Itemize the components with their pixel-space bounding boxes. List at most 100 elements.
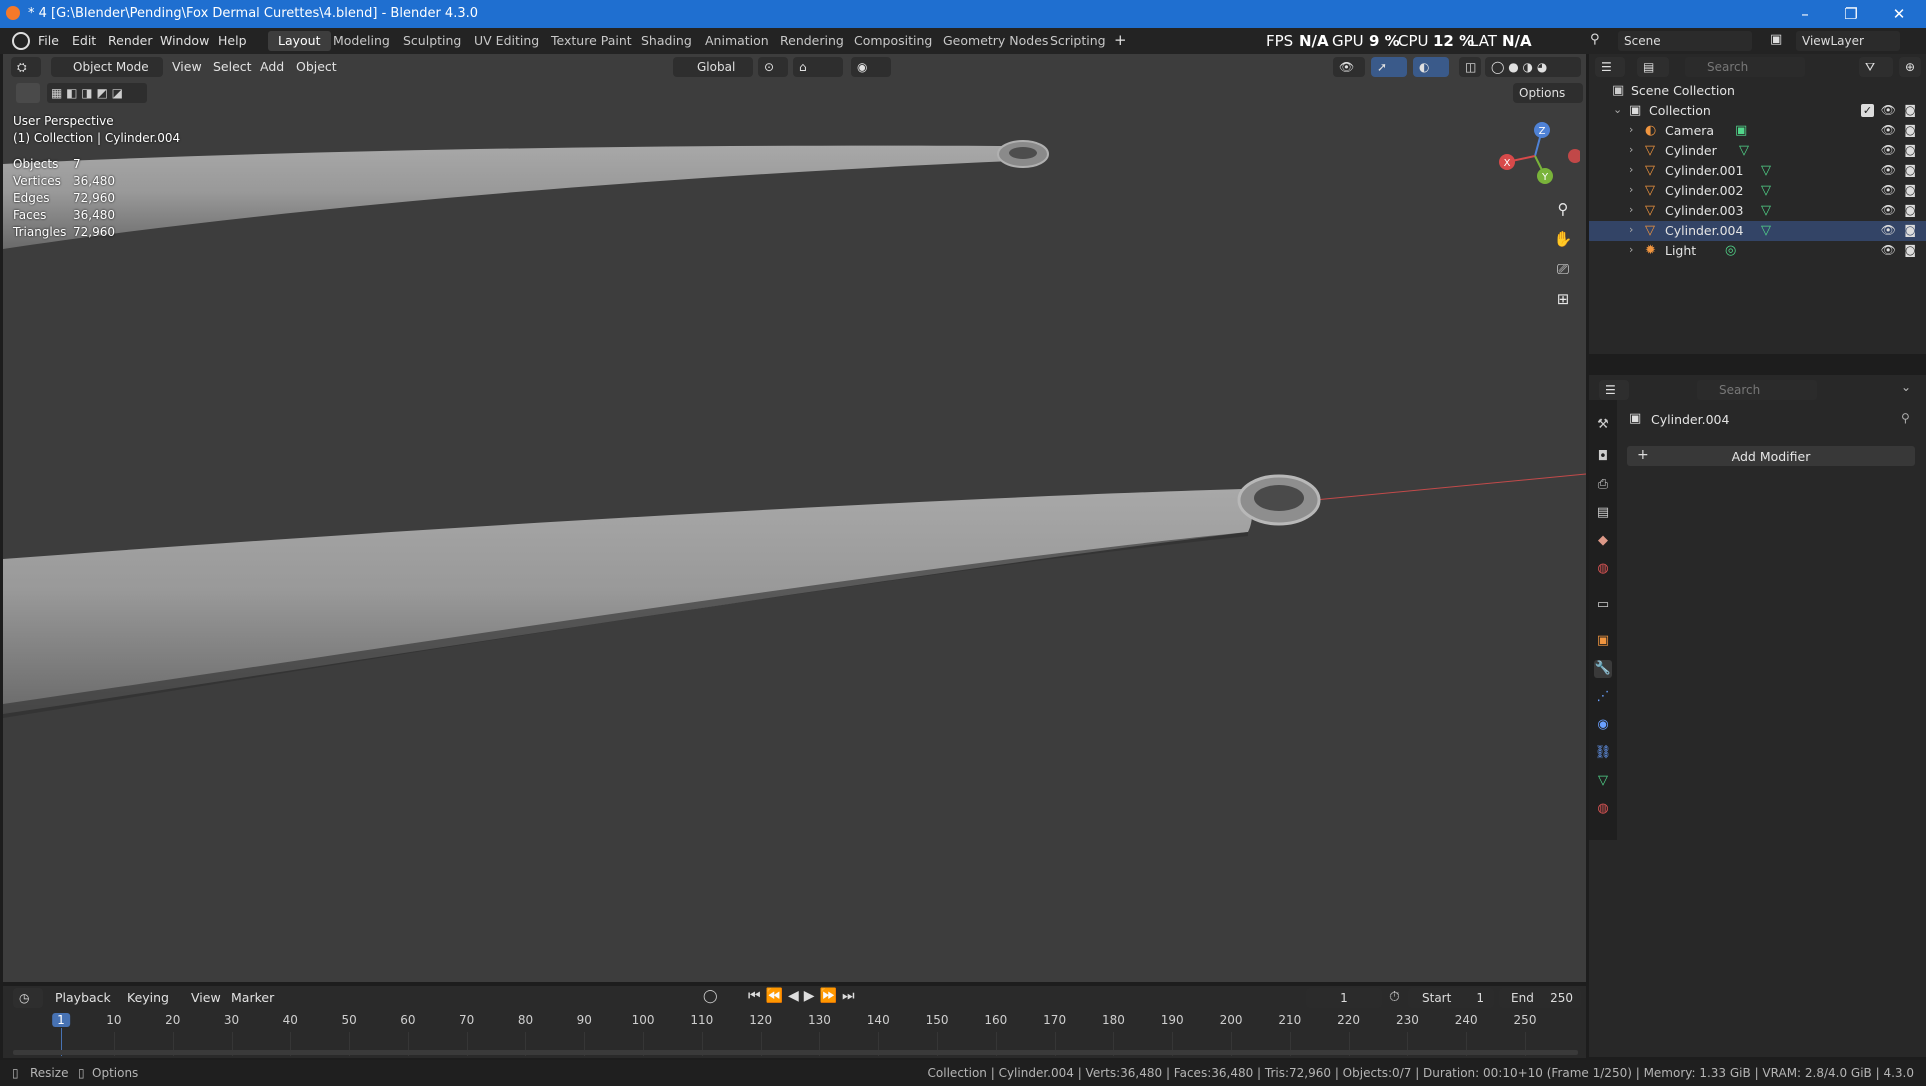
scene-properties-icon[interactable]: ◆ xyxy=(1594,532,1612,550)
timeline-menu-marker[interactable]: Marker xyxy=(231,990,274,1005)
outliner-filter-icon[interactable]: ⛛ xyxy=(1859,57,1893,77)
close-button[interactable]: ✕ xyxy=(1876,0,1922,28)
tab-texture-paint[interactable]: Texture Paint xyxy=(541,31,642,51)
visibility-eye-icon[interactable]: 👁 xyxy=(1881,143,1896,157)
outliner-editor-icon[interactable]: ☰ xyxy=(1595,57,1625,77)
current-frame-indicator[interactable]: 1 xyxy=(52,1013,70,1027)
render-camera-icon[interactable]: ◙ xyxy=(1904,163,1916,177)
scene-selector[interactable]: Scene xyxy=(1618,31,1752,51)
outliner-item-cylinder-001[interactable]: › ▽ Cylinder.001 ▽ 👁 ◙ xyxy=(1589,161,1926,181)
data-properties-icon[interactable]: ▽ xyxy=(1594,772,1612,790)
chevron-right-icon[interactable]: › xyxy=(1629,243,1633,256)
preview-range-icon[interactable]: ⏱ xyxy=(1389,989,1400,1005)
pin-icon[interactable]: ⚲ xyxy=(1901,411,1910,425)
menu-render[interactable]: Render xyxy=(108,33,153,48)
add-workspace-button[interactable]: + xyxy=(1114,31,1127,49)
render-camera-icon[interactable]: ◙ xyxy=(1904,103,1916,117)
end-frame-field[interactable]: End 250 xyxy=(1499,988,1581,1008)
timeline-menu-playback[interactable]: Playback xyxy=(55,990,111,1005)
tab-uv-editing[interactable]: UV Editing xyxy=(464,31,549,51)
viewport-menu-object[interactable]: Object xyxy=(296,59,337,74)
select-tool-icon[interactable] xyxy=(16,83,40,103)
selection-mode-icons[interactable]: ▦ ◧ ◨ ◩ ◪ xyxy=(47,83,147,103)
camera-view-icon[interactable]: ⎚ xyxy=(1549,255,1577,283)
object-properties-icon[interactable]: ▣ xyxy=(1594,632,1612,650)
outliner-scene-collection[interactable]: ▣ Scene Collection xyxy=(1589,81,1926,101)
outliner-item-light[interactable]: › ✹ Light ◎ 👁 ◙ xyxy=(1589,241,1926,261)
outliner-item-cylinder[interactable]: › ▽ Cylinder ▽ 👁 ◙ xyxy=(1589,141,1926,161)
pan-hand-icon[interactable]: ✋ xyxy=(1549,225,1577,253)
outliner-search-input[interactable]: Search xyxy=(1685,57,1805,77)
render-camera-icon[interactable]: ◙ xyxy=(1904,203,1916,217)
render-camera-icon[interactable]: ◙ xyxy=(1904,223,1916,237)
display-mode-icon[interactable]: ▤ xyxy=(1637,57,1669,77)
modifier-properties-icon[interactable]: 🔧 xyxy=(1594,660,1612,678)
constraints-properties-icon[interactable]: ⛓ xyxy=(1594,744,1612,762)
axis-gizmo[interactable]: Z X Y xyxy=(1490,116,1580,196)
visibility-icon[interactable]: 👁 xyxy=(1333,57,1365,77)
auto-keying-icon[interactable]: ◯ xyxy=(703,989,718,1004)
particles-properties-icon[interactable]: ⋰ xyxy=(1594,688,1612,706)
visibility-eye-icon[interactable]: 👁 xyxy=(1881,223,1896,237)
material-properties-icon[interactable]: ◍ xyxy=(1594,800,1612,818)
3d-viewport[interactable]: User Perspective (1) Collection | Cylind… xyxy=(3,54,1586,982)
pivot-point-icon[interactable]: ⊙ xyxy=(758,57,788,77)
blender-menu-icon[interactable] xyxy=(12,32,30,50)
timeline-scrollbar[interactable] xyxy=(13,1050,1578,1055)
outliner-item-camera[interactable]: › ◐ Camera ▣ 👁 ◙ xyxy=(1589,121,1926,141)
snapping-icon[interactable]: ⌂ xyxy=(793,57,843,77)
chevron-right-icon[interactable]: › xyxy=(1629,223,1633,236)
timeline-menu-keying[interactable]: Keying xyxy=(127,990,169,1005)
visibility-eye-icon[interactable]: 👁 xyxy=(1881,183,1896,197)
transform-orientation-selector[interactable]: Global xyxy=(673,57,753,77)
add-modifier-button[interactable]: + Add Modifier xyxy=(1627,446,1915,466)
editor-type-icon[interactable]: ⛭ xyxy=(11,57,41,77)
tab-compositing[interactable]: Compositing xyxy=(844,31,942,51)
outliner-item-cylinder-002[interactable]: › ▽ Cylinder.002 ▽ 👁 ◙ xyxy=(1589,181,1926,201)
tab-sculpting[interactable]: Sculpting xyxy=(393,31,471,51)
menu-window[interactable]: Window xyxy=(160,33,209,48)
chevron-down-icon[interactable]: ⌄ xyxy=(1613,103,1622,116)
new-collection-icon[interactable]: ⊕ xyxy=(1899,57,1921,77)
view-layer-icon[interactable]: ▣ xyxy=(1770,32,1796,50)
visibility-eye-icon[interactable]: 👁 xyxy=(1881,243,1896,257)
grid-projection-icon[interactable]: ⊞ xyxy=(1549,285,1577,313)
chevron-right-icon[interactable]: › xyxy=(1629,203,1633,216)
menu-file[interactable]: File xyxy=(38,33,59,48)
timeline-area[interactable]: 1 10 20 30 40 50 60 70 80 90 100 110 120 130 140 150 160… xyxy=(3,1010,1586,1058)
collection-properties-icon[interactable]: ▭ xyxy=(1594,596,1612,614)
mode-selector[interactable]: Object Mode xyxy=(51,57,163,77)
minimize-button[interactable]: – xyxy=(1782,0,1828,28)
playback-controls[interactable]: ⏮⏪◀▶⏩⏭ xyxy=(748,988,860,1004)
properties-editor-icon[interactable]: ☰ xyxy=(1599,380,1629,400)
outliner-item-cylinder-004[interactable]: › ▽ Cylinder.004 ▽ 👁 ◙ xyxy=(1589,221,1926,241)
xray-toggle-icon[interactable]: ◫ xyxy=(1459,57,1481,77)
scene-type-icon[interactable]: ⚲ xyxy=(1590,32,1616,50)
chevron-right-icon[interactable]: › xyxy=(1629,143,1633,156)
outliner-item-cylinder-003[interactable]: › ▽ Cylinder.003 ▽ 👁 ◙ xyxy=(1589,201,1926,221)
render-camera-icon[interactable]: ◙ xyxy=(1904,183,1916,197)
start-frame-field[interactable]: Start 1 xyxy=(1408,988,1494,1008)
zoom-icon[interactable]: ⚲ xyxy=(1549,195,1577,223)
chevron-down-icon[interactable]: ⌄ xyxy=(1901,380,1911,394)
timeline-editor-icon[interactable]: ◷ xyxy=(13,988,43,1008)
gizmo-toggle-icon[interactable]: ➚ xyxy=(1371,57,1407,77)
menu-edit[interactable]: Edit xyxy=(72,33,96,48)
render-camera-icon[interactable]: ◙ xyxy=(1904,123,1916,137)
options-button[interactable]: Options xyxy=(1513,83,1583,103)
viewport-menu-add[interactable]: Add xyxy=(260,59,284,74)
properties-search-input[interactable]: Search xyxy=(1697,380,1817,400)
render-camera-icon[interactable]: ◙ xyxy=(1904,143,1916,157)
shading-mode-icons[interactable]: ◯ ● ◑ ◕ xyxy=(1485,57,1581,77)
viewport-menu-select[interactable]: Select xyxy=(213,59,252,74)
current-frame-field[interactable]: 1 xyxy=(1306,988,1382,1008)
tab-shading[interactable]: Shading xyxy=(631,31,702,51)
tab-rendering[interactable]: Rendering xyxy=(770,31,854,51)
tab-scripting[interactable]: Scripting xyxy=(1040,31,1116,51)
viewport-menu-view[interactable]: View xyxy=(172,59,202,74)
outliner-collection[interactable]: ⌄ ▣ Collection ✓ 👁 ◙ xyxy=(1589,101,1926,121)
output-properties-icon[interactable]: ⎙ xyxy=(1594,476,1612,494)
chevron-right-icon[interactable]: › xyxy=(1629,123,1633,136)
restore-button[interactable]: ❐ xyxy=(1828,0,1874,28)
tool-settings-icon[interactable]: ⚒ xyxy=(1594,416,1612,434)
